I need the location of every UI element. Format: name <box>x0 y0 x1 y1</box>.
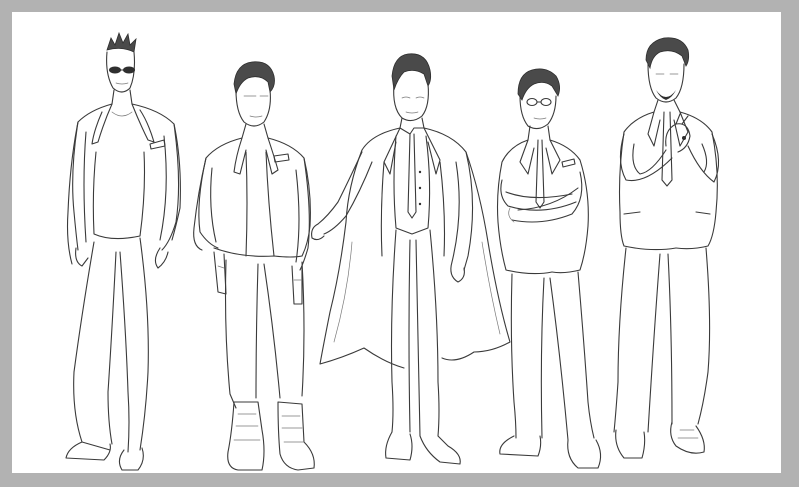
figure-1-sunglasses-man <box>65 31 181 471</box>
sketch-canvas <box>12 12 781 473</box>
character-lineup-sketch <box>65 31 720 471</box>
canvas-border <box>0 0 799 487</box>
figure-4-glasses-man <box>496 68 602 469</box>
figure-3-long-coat-man <box>311 53 511 465</box>
figure-5-cufflink-man <box>613 37 720 459</box>
figure-2-boots-man <box>193 61 315 471</box>
